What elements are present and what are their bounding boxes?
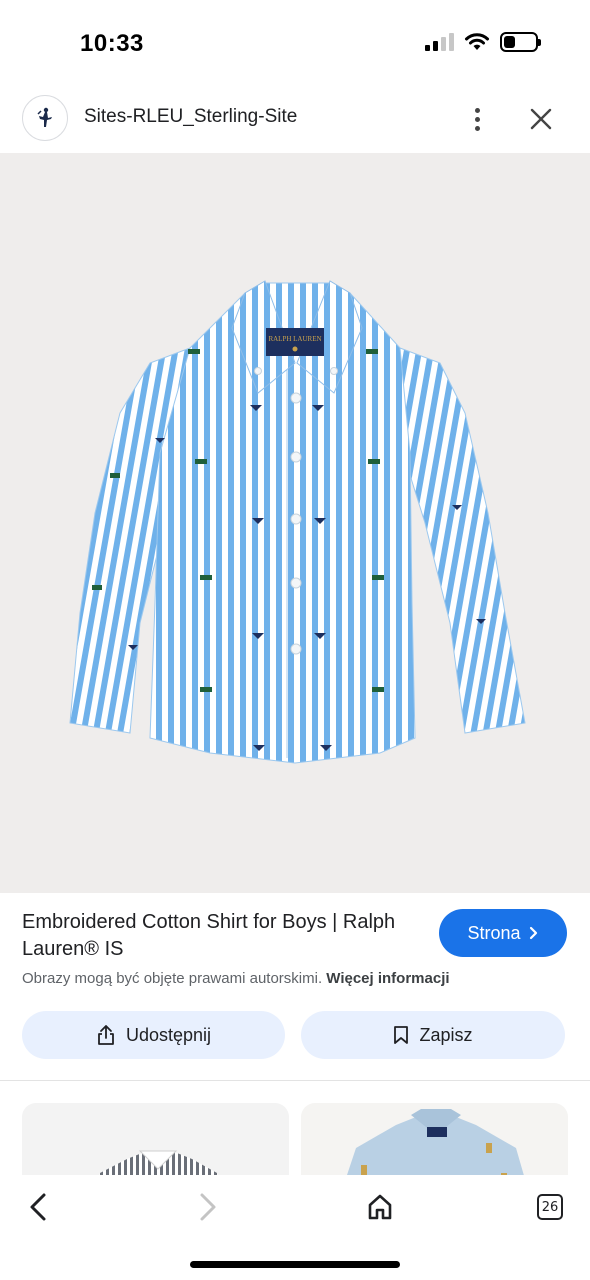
more-vert-icon <box>474 107 480 113</box>
chevron-left-icon <box>30 1193 46 1221</box>
lens-header: Sites-RLEU_Sterling-Site <box>0 88 590 152</box>
bookmark-icon <box>394 1026 409 1044</box>
chevron-right-icon <box>200 1193 216 1221</box>
tab-count: 26 <box>537 1194 563 1220</box>
shirt-image: RALPH LAUREN <box>69 280 526 764</box>
share-icon <box>98 1025 114 1045</box>
visit-site-button[interactable]: Strona <box>439 909 567 957</box>
polo-horse-icon <box>37 107 52 127</box>
home-button[interactable] <box>358 1185 402 1229</box>
forward-button[interactable] <box>186 1185 230 1229</box>
share-button[interactable]: Udostępnij <box>22 1011 285 1059</box>
home-indicator[interactable] <box>190 1261 400 1268</box>
share-label: Udostępnij <box>125 1024 212 1045</box>
svg-text:RALPH LAUREN: RALPH LAUREN <box>268 335 321 343</box>
bottom-navigation: 26 <box>0 1175 590 1280</box>
save-label: Zapisz <box>419 1024 473 1045</box>
visit-label: Strona <box>467 922 521 943</box>
status-bar: 10:33 <box>0 0 590 86</box>
close-button[interactable] <box>524 102 558 136</box>
site-title[interactable]: Sites-RLEU_Sterling-Site <box>84 106 297 128</box>
more-options-button[interactable] <box>462 102 492 136</box>
status-time: 10:33 <box>80 30 144 57</box>
site-favicon[interactable] <box>22 95 68 141</box>
chevron-right-icon <box>529 926 537 940</box>
save-button[interactable]: Zapisz <box>301 1011 565 1059</box>
more-info-link[interactable]: Więcej informacji <box>326 970 449 987</box>
back-button[interactable] <box>16 1185 60 1229</box>
tabs-button[interactable]: 26 <box>528 1185 572 1229</box>
status-icons <box>425 32 541 52</box>
product-image[interactable]: RALPH LAUREN <box>0 153 590 893</box>
wifi-icon <box>465 33 489 50</box>
product-title[interactable]: Embroidered Cotton Shirt for Boys | Ralp… <box>22 909 422 963</box>
copyright-notice: Obrazy mogą być objęte prawami autorskim… <box>22 970 450 987</box>
divider <box>0 1080 590 1081</box>
home-icon <box>368 1194 392 1220</box>
copyright-text: Obrazy mogą być objęte prawami autorskim… <box>22 970 323 987</box>
cellular-signal-icon <box>425 33 454 51</box>
battery-icon <box>500 32 541 52</box>
close-icon <box>530 108 552 130</box>
